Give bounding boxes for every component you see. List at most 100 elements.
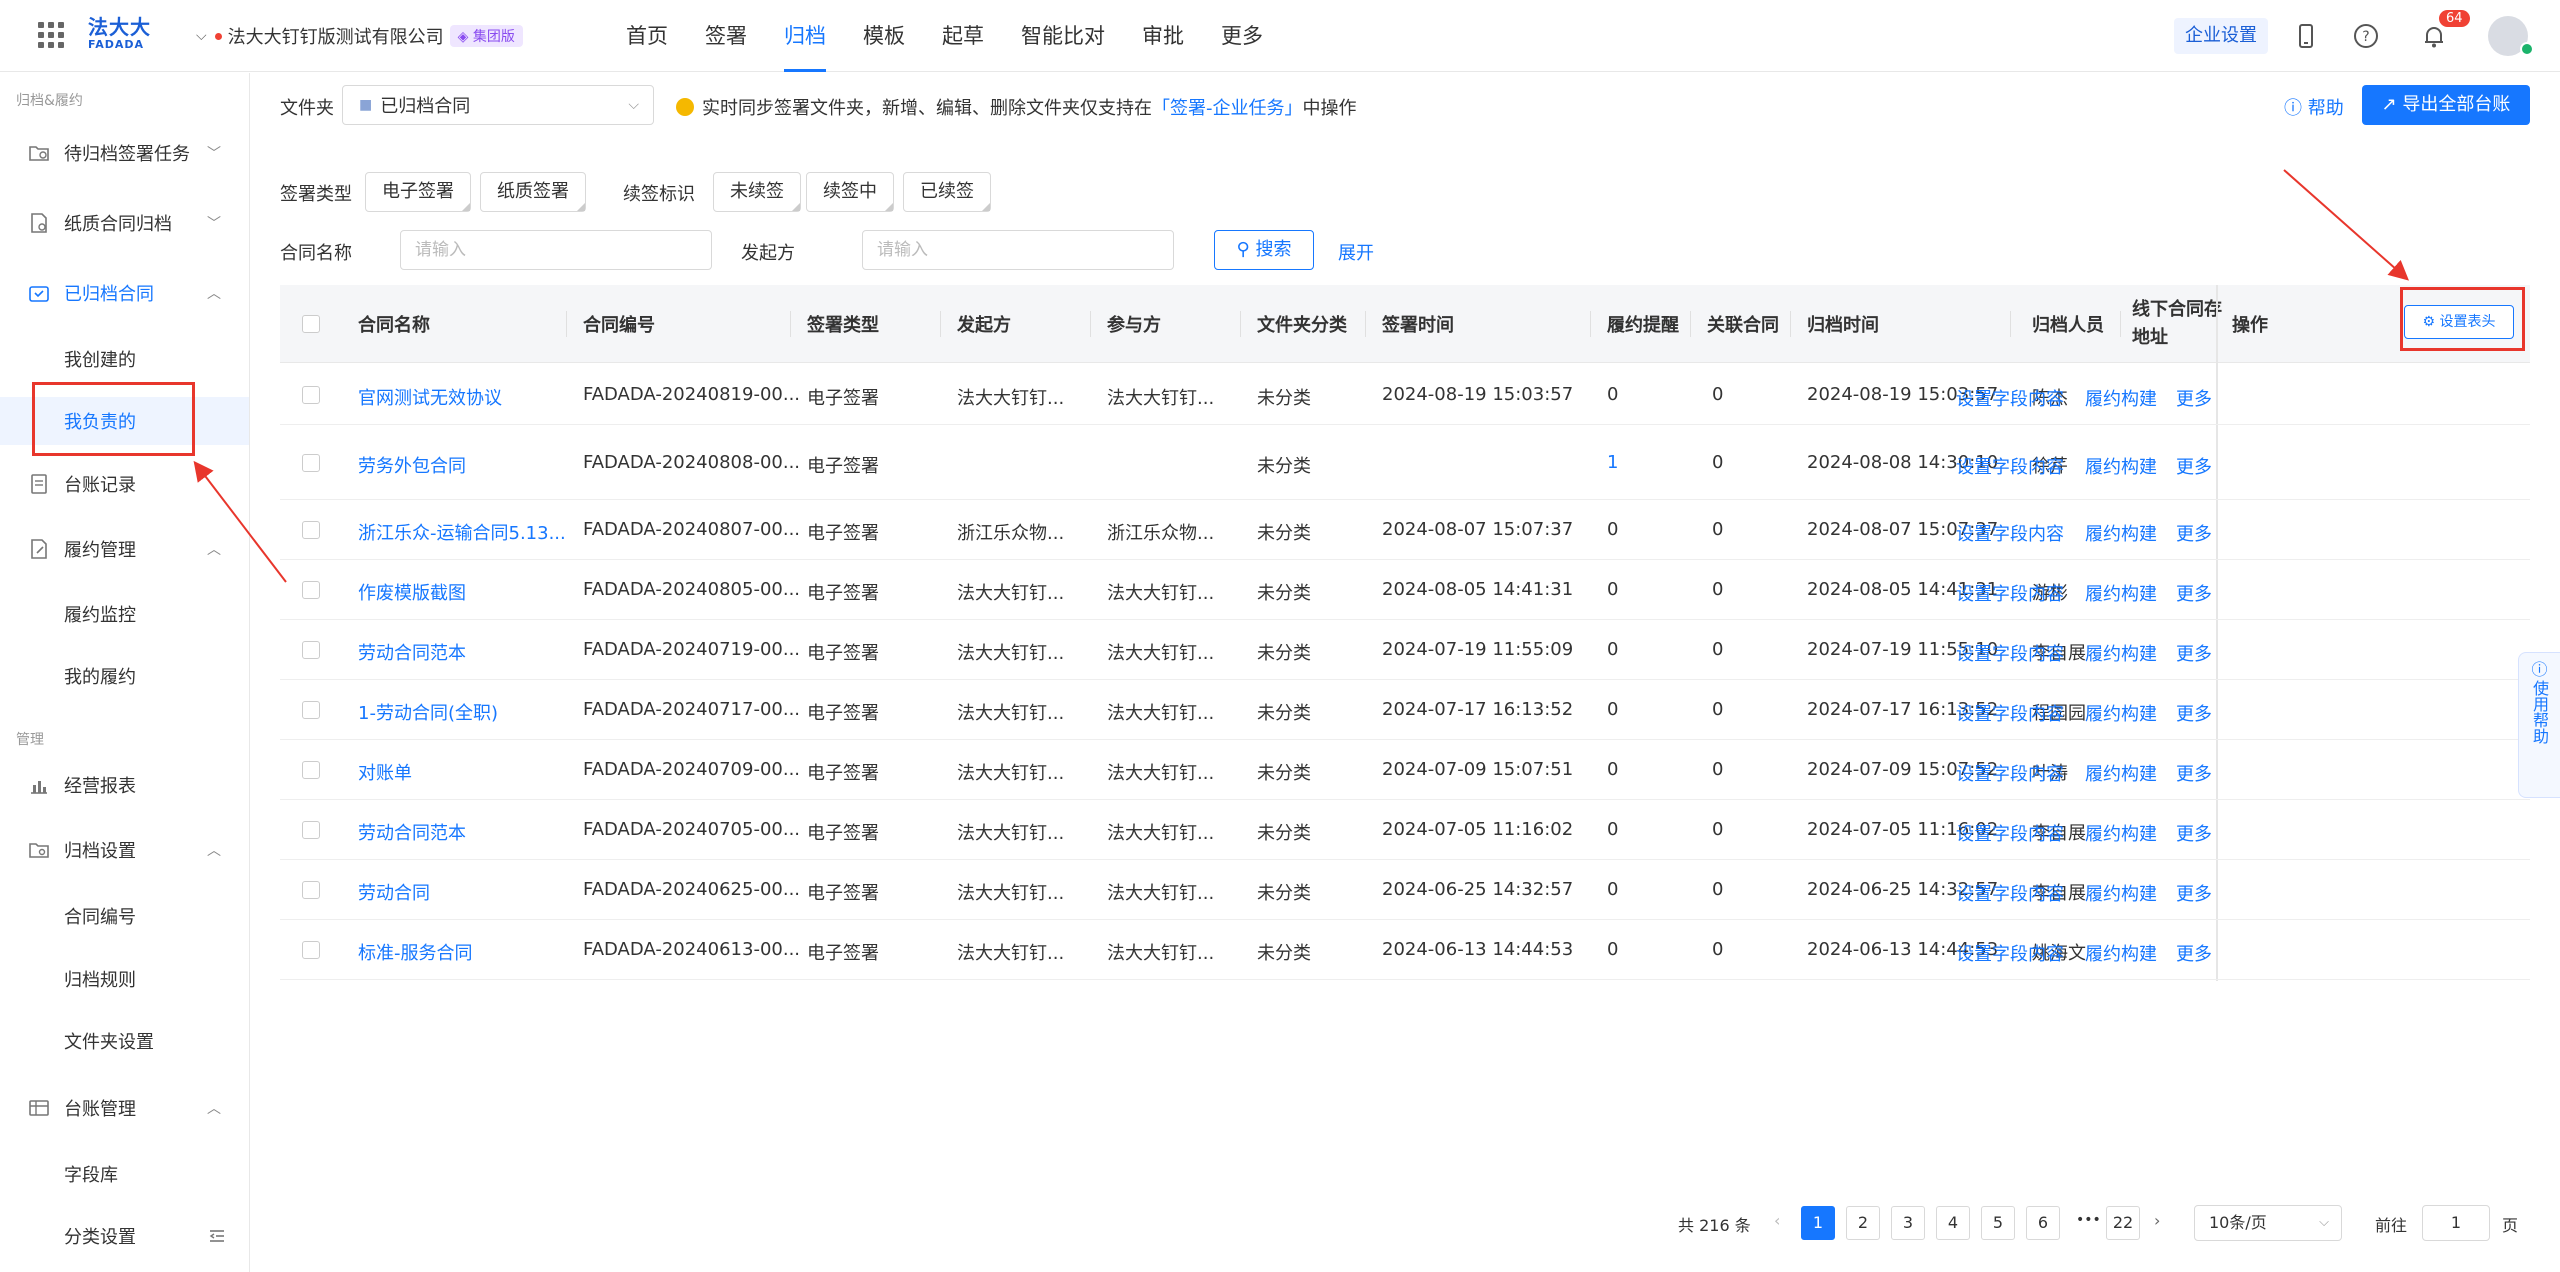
table-row[interactable]: 1-劳动合同(全职) FADADA-20240717-00... 电子签署 法大大钉钉… bbox=[280, 680, 2530, 740]
row-checkbox[interactable] bbox=[302, 761, 320, 779]
sidebar-item-archive-settings[interactable]: 归档设置 ︿ bbox=[0, 826, 249, 874]
row-checkbox[interactable] bbox=[302, 881, 320, 899]
table-row[interactable]: 作废模版截图 FADADA-20240805-00... 电子签署 法大大钉钉... 法… bbox=[280, 560, 2530, 620]
nav-compare[interactable]: 智能比对 bbox=[1021, 0, 1105, 72]
page-size-select[interactable]: 10条/页 ⌵ bbox=[2194, 1205, 2342, 1241]
app-grid-icon[interactable] bbox=[38, 22, 64, 48]
row-checkbox[interactable] bbox=[302, 386, 320, 404]
renew-none[interactable]: 未续签 bbox=[713, 172, 801, 212]
fadada-logo[interactable]: 法大大 FADADA bbox=[88, 16, 152, 56]
sign-task-link[interactable]: 「签署-企业任务」 bbox=[1152, 94, 1303, 120]
renew-done[interactable]: 已续签 bbox=[903, 172, 991, 212]
sidebar-item-paper-archive[interactable]: 纸质合同归档 ﹀ bbox=[0, 199, 249, 247]
expand-filters-link[interactable]: 展开 bbox=[1338, 239, 1374, 265]
page-3[interactable]: 3 bbox=[1891, 1206, 1925, 1240]
goto-page-input[interactable]: 1 bbox=[2422, 1205, 2490, 1241]
sidebar-item-field-library[interactable]: 字段库 bbox=[0, 1150, 249, 1198]
action-more[interactable]: 更多 bbox=[2176, 580, 2212, 606]
collapse-sidebar-icon[interactable] bbox=[208, 1227, 226, 1245]
cell-contract-name[interactable]: 浙江乐众-运输合同5.13... bbox=[358, 519, 566, 545]
page-6[interactable]: 6 bbox=[2026, 1206, 2060, 1240]
prev-page-icon[interactable]: ‹ bbox=[1774, 1211, 1780, 1230]
nav-archive[interactable]: 归档 bbox=[784, 0, 826, 72]
col-offline-address[interactable]: 线下合同存 地址 bbox=[2132, 285, 2222, 363]
action-build-performance[interactable]: 履约构建 bbox=[2085, 880, 2157, 906]
row-checkbox[interactable] bbox=[302, 641, 320, 659]
sidebar-item-performance-mgmt[interactable]: 履约管理 ︿ bbox=[0, 525, 249, 573]
contract-name-input[interactable]: 请输入 bbox=[400, 230, 712, 270]
cell-contract-name[interactable]: 对账单 bbox=[358, 759, 412, 785]
select-all-checkbox[interactable] bbox=[302, 315, 320, 333]
action-set-fields[interactable]: 设置字段内容 bbox=[1956, 520, 2064, 546]
col-initiator[interactable]: 发起方 bbox=[957, 285, 1011, 363]
cell-contract-name[interactable]: 劳务外包合同 bbox=[358, 452, 466, 478]
action-more[interactable]: 更多 bbox=[2176, 453, 2212, 479]
help-circle-icon[interactable]: ? bbox=[2352, 22, 2380, 50]
renew-in-progress[interactable]: 续签中 bbox=[806, 172, 894, 212]
action-build-performance[interactable]: 履约构建 bbox=[2085, 385, 2157, 411]
folder-select[interactable]: ■ 已归档合同 ⌵ bbox=[342, 85, 654, 125]
action-set-fields[interactable]: 设置字段内容 bbox=[1956, 385, 2064, 411]
col-folder[interactable]: 文件夹分类 bbox=[1257, 285, 1347, 363]
action-build-performance[interactable]: 履约构建 bbox=[2085, 940, 2157, 966]
action-build-performance[interactable]: 履约构建 bbox=[2085, 580, 2157, 606]
row-checkbox[interactable] bbox=[302, 454, 320, 472]
page-5[interactable]: 5 bbox=[1981, 1206, 2015, 1240]
action-build-performance[interactable]: 履约构建 bbox=[2085, 820, 2157, 846]
cell-contract-name[interactable]: 劳动合同 bbox=[358, 879, 430, 905]
sidebar-item-folder-settings[interactable]: 文件夹设置 bbox=[0, 1017, 249, 1065]
action-more[interactable]: 更多 bbox=[2176, 760, 2212, 786]
page-4[interactable]: 4 bbox=[1936, 1206, 1970, 1240]
mobile-icon[interactable] bbox=[2292, 22, 2320, 50]
action-build-performance[interactable]: 履约构建 bbox=[2085, 520, 2157, 546]
col-archive-time[interactable]: 归档时间 bbox=[1807, 285, 1879, 363]
row-checkbox[interactable] bbox=[302, 941, 320, 959]
table-row[interactable]: 标准-服务合同 FADADA-20240613-00... 电子签署 法大大钉钉...… bbox=[280, 920, 2530, 980]
action-set-fields[interactable]: 设置字段内容 bbox=[1956, 580, 2064, 606]
nav-more[interactable]: 更多 bbox=[1221, 0, 1263, 72]
sign-type-electronic[interactable]: 电子签署 bbox=[365, 172, 471, 212]
page-ellipsis[interactable]: ••• bbox=[2076, 1212, 2101, 1228]
nav-approval[interactable]: 审批 bbox=[1142, 0, 1184, 72]
nav-home[interactable]: 首页 bbox=[626, 0, 668, 72]
col-archive-person[interactable]: 归档人员 bbox=[2032, 285, 2104, 363]
action-build-performance[interactable]: 履约构建 bbox=[2085, 700, 2157, 726]
action-set-fields[interactable]: 设置字段内容 bbox=[1956, 640, 2064, 666]
action-more[interactable]: 更多 bbox=[2176, 940, 2212, 966]
cell-contract-name[interactable]: 标准-服务合同 bbox=[358, 939, 473, 965]
row-checkbox[interactable] bbox=[302, 821, 320, 839]
help-link[interactable]: ⓘ 帮助 bbox=[2284, 94, 2344, 120]
sidebar-item-ledger-mgmt[interactable]: 台账管理 ︿ bbox=[0, 1084, 249, 1132]
action-more[interactable]: 更多 bbox=[2176, 640, 2212, 666]
action-build-performance[interactable]: 履约构建 bbox=[2085, 453, 2157, 479]
action-set-fields[interactable]: 设置字段内容 bbox=[1956, 700, 2064, 726]
sign-type-paper[interactable]: 纸质签署 bbox=[480, 172, 586, 212]
nav-sign[interactable]: 签署 bbox=[705, 0, 747, 72]
sidebar-item-business-report[interactable]: 经营报表 bbox=[0, 761, 249, 809]
table-row[interactable]: 劳动合同 FADADA-20240625-00... 电子签署 法大大钉钉... 法大大… bbox=[280, 860, 2530, 920]
sidebar-item-ledger-records[interactable]: 台账记录 bbox=[0, 460, 249, 508]
table-row[interactable]: 对账单 FADADA-20240709-00... 电子签署 法大大钉钉... 法大大钉… bbox=[280, 740, 2530, 800]
row-checkbox[interactable] bbox=[302, 701, 320, 719]
table-row[interactable]: 浙江乐众-运输合同5.13... FADADA-20240807-00... 电子签… bbox=[280, 500, 2530, 560]
nav-draft[interactable]: 起草 bbox=[942, 0, 984, 72]
cell-contract-name[interactable]: 1-劳动合同(全职) bbox=[358, 699, 498, 725]
company-switcher[interactable]: ⌵ 法大大钉钉版测试有限公司 ◈ 集团版 bbox=[196, 23, 523, 49]
action-set-fields[interactable]: 设置字段内容 bbox=[1956, 453, 2064, 479]
action-more[interactable]: 更多 bbox=[2176, 520, 2212, 546]
action-build-performance[interactable]: 履约构建 bbox=[2085, 640, 2157, 666]
action-more[interactable]: 更多 bbox=[2176, 700, 2212, 726]
sidebar-item-contract-number[interactable]: 合同编号 bbox=[0, 892, 249, 940]
table-row[interactable]: 官网测试无效协议 FADADA-20240819-00... 电子签署 法大大钉钉..… bbox=[280, 365, 2530, 425]
page-1[interactable]: 1 bbox=[1801, 1206, 1835, 1240]
table-row[interactable]: 劳务外包合同 FADADA-20240808-00... 电子签署 未分类 1 0 2024… bbox=[280, 426, 2530, 500]
action-more[interactable]: 更多 bbox=[2176, 880, 2212, 906]
action-set-fields[interactable]: 设置字段内容 bbox=[1956, 880, 2064, 906]
sidebar-item-performance-monitor[interactable]: 履约监控 bbox=[0, 590, 249, 638]
enterprise-settings-button[interactable]: 企业设置 bbox=[2174, 18, 2268, 54]
row-checkbox[interactable] bbox=[302, 581, 320, 599]
col-contract-name[interactable]: 合同名称 bbox=[358, 285, 430, 363]
cell-contract-name[interactable]: 作废模版截图 bbox=[358, 579, 466, 605]
action-set-fields[interactable]: 设置字段内容 bbox=[1956, 940, 2064, 966]
col-remind[interactable]: 履约提醒 bbox=[1607, 285, 1679, 363]
